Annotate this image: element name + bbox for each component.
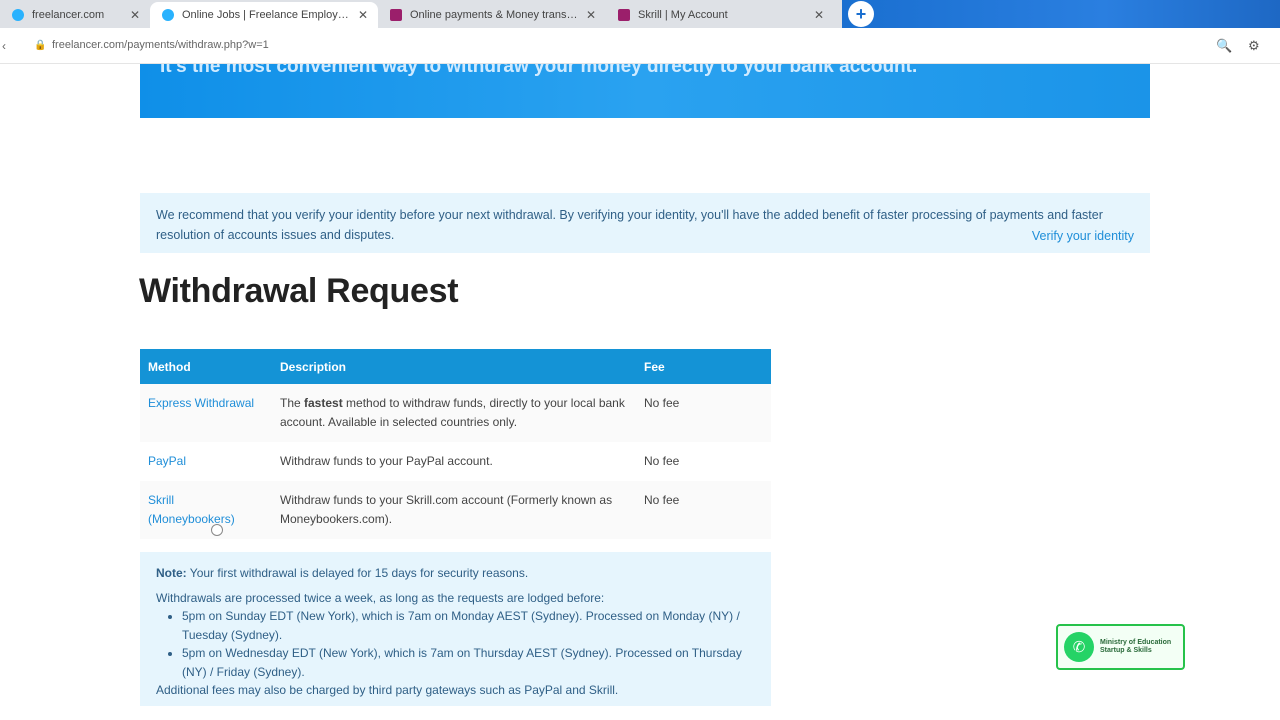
description-cell: The fastest method to withdraw funds, di…	[272, 384, 636, 442]
desc-bold: fastest	[304, 396, 343, 410]
banner-text: It's the most convenient way to withdraw…	[160, 64, 918, 77]
list-item: 5pm on Sunday EDT (New York), which is 7…	[182, 607, 755, 644]
express-withdrawal-link[interactable]: Express Withdrawal	[148, 396, 254, 410]
url-field[interactable]: freelancer.com/payments/withdraw.php?w=1	[52, 39, 269, 51]
note-intro: Withdrawals are processed twice a week, …	[156, 590, 605, 605]
tab-label: Online payments & Money transfer	[410, 9, 578, 21]
fee-cell: No fee	[636, 384, 771, 442]
skrill-favicon-icon	[618, 9, 630, 21]
fee-cell: No fee	[636, 481, 771, 539]
browser-tab-1[interactable]: freelancer.com ✕	[0, 2, 150, 28]
method-cell: Express Withdrawal	[140, 384, 272, 442]
note-first-text: Your first withdrawal is delayed for 15 …	[186, 566, 529, 580]
list-item: 5pm on Wednesday EDT (New York), which i…	[182, 644, 755, 681]
zoom-icon[interactable]: 🔍	[1216, 38, 1232, 54]
description-cell: Withdraw funds to your Skrill.com accoun…	[272, 481, 636, 539]
tab-label: Skrill | My Account	[638, 9, 728, 21]
extensions-icon[interactable]: ⚙	[1248, 38, 1260, 54]
sponsor-badge: ✆ Ministry of Education Startup & Skills	[1056, 624, 1185, 670]
table-header-row: Method Description Fee	[140, 349, 771, 384]
table-row: PayPal Withdraw funds to your PayPal acc…	[140, 442, 771, 481]
note-list: 5pm on Sunday EDT (New York), which is 7…	[156, 607, 755, 681]
description-cell: Withdraw funds to your PayPal account.	[272, 442, 636, 481]
mouse-cursor-icon	[211, 524, 223, 536]
table-row: Skrill (Moneybookers) Withdraw funds to …	[140, 481, 771, 539]
browser-tab-bar: freelancer.com ✕ Online Jobs | Freelance…	[0, 0, 1280, 28]
browser-tab-2[interactable]: Online Jobs | Freelance Employment ✕	[150, 2, 378, 28]
note-footer: Additional fees may also be charged by t…	[156, 683, 619, 697]
close-tab-icon[interactable]: ✕	[358, 8, 368, 22]
fee-cell: No fee	[636, 442, 771, 481]
note-first: Note: Your first withdrawal is delayed f…	[156, 564, 755, 583]
hero-banner: It's the most convenient way to withdraw…	[140, 64, 1150, 118]
browser-tab-3[interactable]: Online payments & Money transfer ✕	[378, 2, 606, 28]
page-title: Withdrawal Request	[139, 272, 459, 310]
table-row: Express Withdrawal The fastest method to…	[140, 384, 771, 442]
tab-label: freelancer.com	[32, 9, 105, 21]
note-label: Note:	[156, 566, 187, 580]
tab-label: Online Jobs | Freelance Employment	[182, 9, 350, 21]
lock-icon[interactable]: 🔒	[34, 40, 46, 51]
skrill-favicon-icon	[390, 9, 402, 21]
header-description: Description	[272, 349, 636, 384]
withdrawal-methods-table: Method Description Fee Express Withdrawa…	[140, 349, 771, 539]
freelancer-favicon-icon	[162, 9, 174, 21]
freelancer-favicon-icon	[12, 9, 24, 21]
close-tab-icon[interactable]: ✕	[814, 8, 824, 22]
verify-identity-link[interactable]: Verify your identity	[1032, 226, 1134, 246]
back-arrow-icon[interactable]: ‹	[2, 39, 6, 53]
close-tab-icon[interactable]: ✕	[586, 8, 596, 22]
new-tab-button[interactable]: +	[848, 1, 874, 27]
verify-identity-notice: We recommend that you verify your identi…	[140, 193, 1150, 253]
desc-prefix: The	[280, 396, 305, 410]
skrill-link[interactable]: Skrill (Moneybookers)	[148, 493, 235, 526]
whatsapp-icon: ✆	[1064, 632, 1094, 662]
browser-tab-4[interactable]: Skrill | My Account ✕	[606, 2, 834, 28]
tab-strip-background	[842, 0, 1280, 28]
close-tab-icon[interactable]: ✕	[130, 8, 140, 22]
withdrawal-note: Note: Your first withdrawal is delayed f…	[140, 552, 771, 706]
badge-text: Ministry of Education Startup & Skills	[1100, 639, 1172, 654]
paypal-link[interactable]: PayPal	[148, 454, 186, 468]
method-cell: Skrill (Moneybookers)	[140, 481, 272, 539]
address-bar: ‹ 🔒 freelancer.com/payments/withdraw.php…	[0, 28, 1280, 64]
notice-text: We recommend that you verify your identi…	[156, 208, 1103, 242]
header-fee: Fee	[636, 349, 771, 384]
header-method: Method	[140, 349, 272, 384]
method-cell: PayPal	[140, 442, 272, 481]
